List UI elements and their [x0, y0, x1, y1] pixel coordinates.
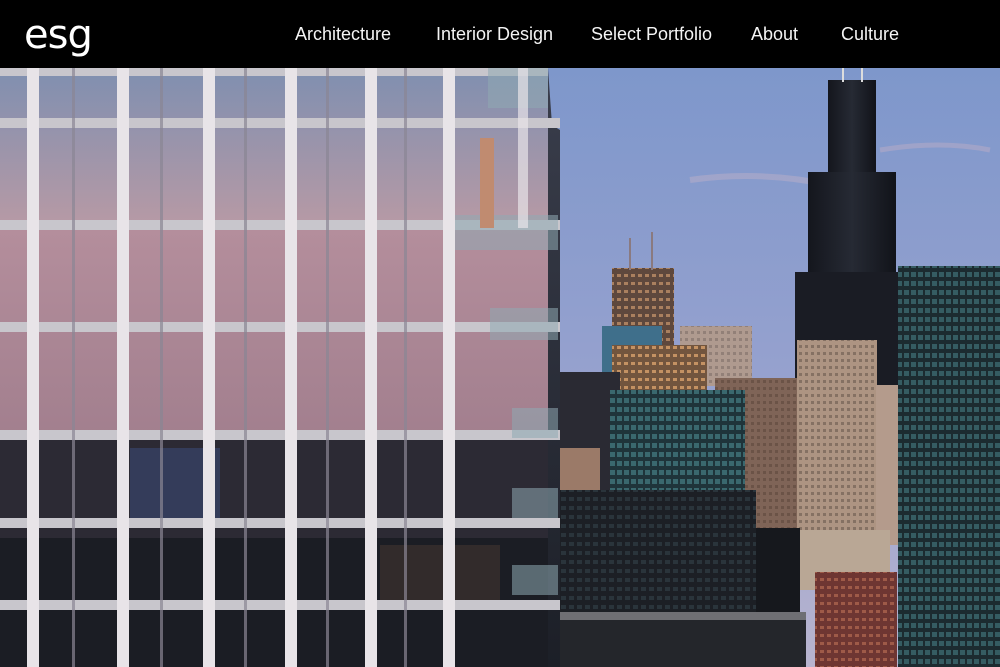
- foreground-tower: [0, 68, 560, 667]
- site-header: esg Architecture Interior Design Select …: [0, 0, 1000, 68]
- nav-link-culture[interactable]: Culture: [841, 22, 899, 46]
- nav-link-interior-design[interactable]: Interior Design: [436, 22, 553, 46]
- nav-link-about[interactable]: About: [751, 22, 798, 46]
- main-nav: Architecture Interior Design Select Port…: [0, 22, 1000, 46]
- nav-link-architecture[interactable]: Architecture: [295, 22, 391, 46]
- hero-cityscape-photo: [0, 68, 1000, 667]
- hero-image: [0, 68, 1000, 667]
- page: esg Architecture Interior Design Select …: [0, 0, 1000, 667]
- nav-link-select-portfolio[interactable]: Select Portfolio: [591, 22, 712, 46]
